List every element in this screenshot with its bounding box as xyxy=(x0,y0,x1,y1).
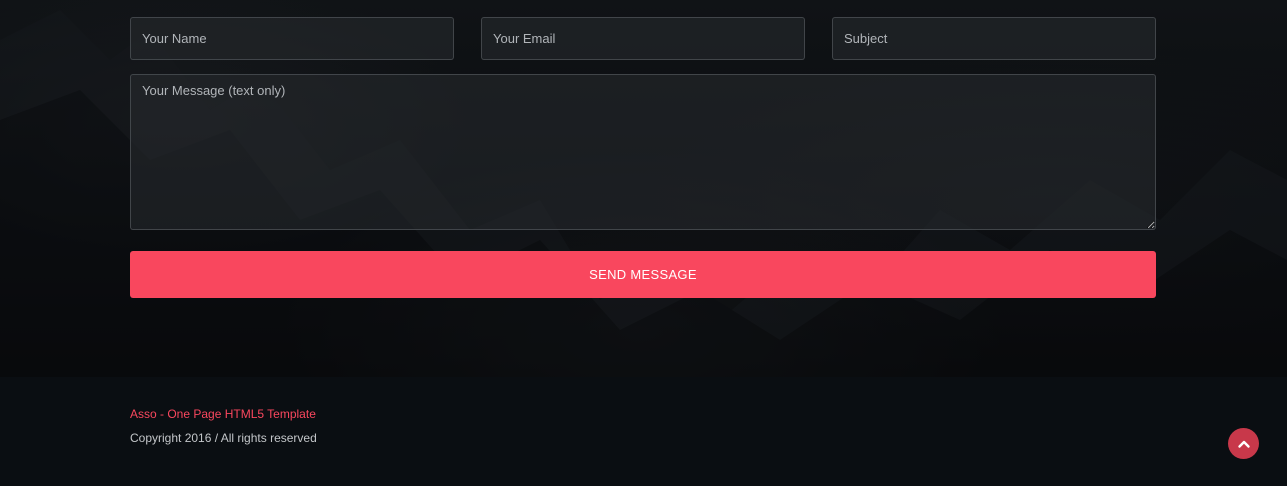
message-textarea[interactable] xyxy=(130,74,1156,230)
subject-input[interactable] xyxy=(832,17,1156,60)
footer: Asso - One Page HTML5 Template Copyright… xyxy=(0,377,1287,486)
name-input[interactable] xyxy=(130,17,454,60)
contact-section: SEND MESSAGE xyxy=(0,0,1287,377)
chevron-up-icon xyxy=(1237,440,1250,448)
footer-title-link[interactable]: Asso - One Page HTML5 Template xyxy=(130,407,316,421)
footer-copyright: Copyright 2016 / All rights reserved xyxy=(130,431,317,445)
email-input[interactable] xyxy=(481,17,805,60)
scroll-top-button[interactable] xyxy=(1228,428,1259,459)
send-message-button[interactable]: SEND MESSAGE xyxy=(130,251,1156,298)
